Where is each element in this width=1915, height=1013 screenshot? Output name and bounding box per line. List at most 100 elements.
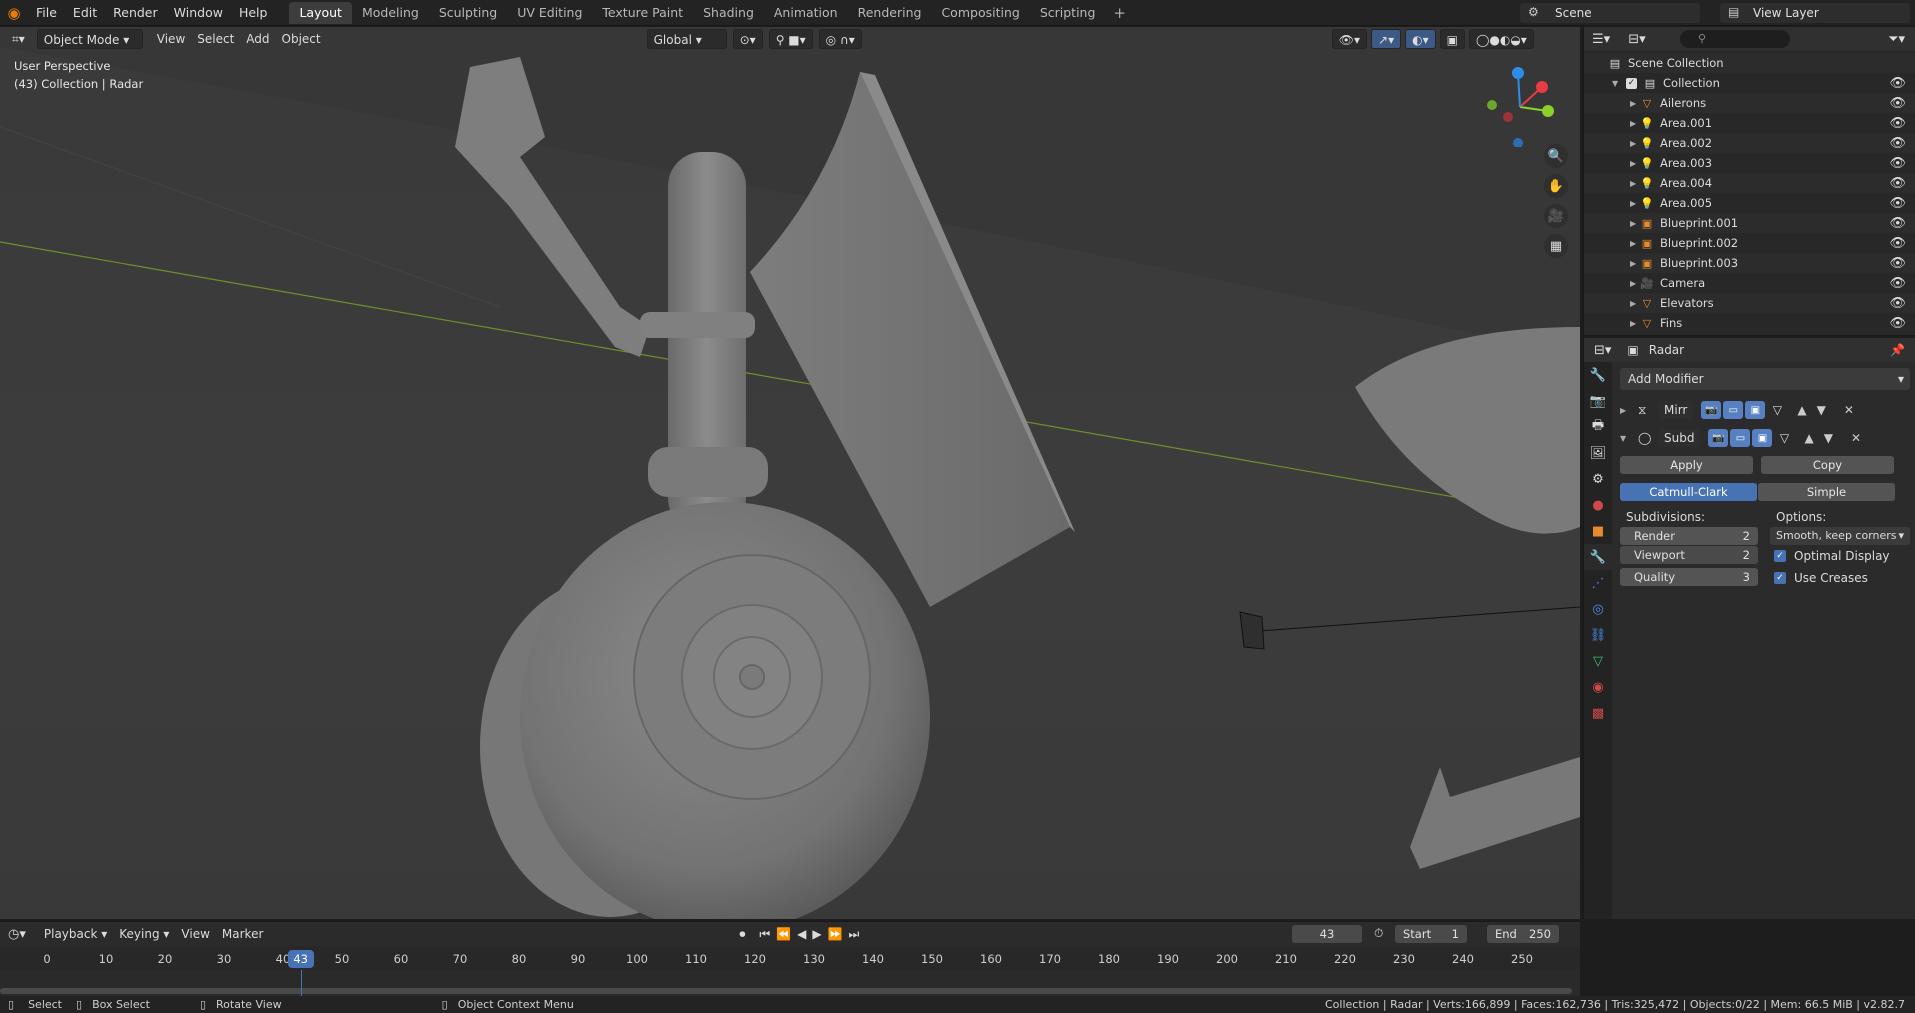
timeline-scrollbar[interactable]	[0, 988, 1572, 994]
playback-menu[interactable]: Playback ▾	[38, 924, 113, 944]
camera-view-icon[interactable]: 🎥	[1544, 204, 1568, 228]
xray-toggle[interactable]: ▣	[1439, 29, 1465, 49]
menu-help[interactable]: Help	[231, 0, 276, 26]
editor-type-icon[interactable]: ⌗▾	[6, 29, 31, 49]
eye-icon[interactable]: 👁	[1889, 216, 1906, 231]
remove-modifier-icon[interactable]: ✕	[1851, 431, 1861, 445]
current-frame-field[interactable]: 43	[1292, 925, 1362, 943]
outliner-search-input[interactable]: ⚲	[1680, 30, 1790, 48]
edit-mode-toggle-icon[interactable]: 📷	[1708, 429, 1729, 447]
cage-toggle-icon[interactable]: ▽	[1774, 431, 1794, 445]
outliner-item[interactable]: ▶ 💡 Area.004 👁	[1584, 173, 1915, 193]
outliner-item[interactable]: ▶ 💡 Area.005 👁	[1584, 193, 1915, 213]
expand-arrow-icon[interactable]: ▶	[1630, 139, 1640, 148]
pivot-dropdown[interactable]: ⊙▾	[732, 29, 763, 49]
output-tab-icon[interactable]: 🖶	[1584, 414, 1612, 440]
apply-button[interactable]: Apply	[1620, 456, 1753, 474]
tab-modeling[interactable]: Modeling	[352, 2, 429, 24]
expand-arrow-icon[interactable]: ▶	[1630, 99, 1640, 108]
expand-arrow-icon[interactable]: ▶	[1630, 259, 1640, 268]
checkbox-icon[interactable]: ✓	[1774, 550, 1786, 562]
blender-logo-icon[interactable]: ◉	[0, 0, 28, 26]
view-layer-tab-icon[interactable]: 🖼	[1584, 440, 1612, 466]
radar-object[interactable]	[1239, 611, 1265, 650]
tab-rendering[interactable]: Rendering	[848, 2, 932, 24]
keying-menu[interactable]: Keying ▾	[113, 924, 175, 944]
collection-checkbox-icon[interactable]: ✓	[1626, 77, 1637, 89]
3d-viewport[interactable]: ⌗▾ Object Mode ▾ View Select Add Object …	[0, 27, 1580, 919]
viewport-menu-select[interactable]: Select	[191, 29, 240, 49]
eye-icon[interactable]: 👁	[1889, 136, 1906, 151]
expand-arrow-icon[interactable]: ▶	[1630, 159, 1640, 168]
navigation-gizmo[interactable]	[1480, 67, 1560, 147]
menu-edit[interactable]: Edit	[65, 0, 105, 26]
outliner-item[interactable]: ▶ 💡 Area.003 👁	[1584, 153, 1915, 173]
timeline-track-area[interactable]	[0, 970, 1580, 996]
orientation-dropdown[interactable]: Global ▾	[646, 29, 727, 49]
outliner-item[interactable]: ▶ ▽ Elevators 👁	[1584, 293, 1915, 313]
gizmo-toggle[interactable]: ↗▾	[1371, 29, 1402, 49]
uv-smooth-dropdown[interactable]: Smooth, keep corners ▾	[1770, 527, 1910, 545]
filter-icon[interactable]: ⏷▾	[1888, 32, 1905, 47]
render-toggle-icon[interactable]: ▣	[1752, 429, 1773, 447]
move-up-icon[interactable]: ▲	[1804, 431, 1813, 445]
expand-arrow-icon[interactable]: ▶	[1630, 299, 1640, 308]
move-down-icon[interactable]: ▼	[1824, 431, 1833, 445]
move-up-icon[interactable]: ▲	[1797, 403, 1806, 417]
visibility-dropdown[interactable]: 👁▾	[1331, 29, 1368, 49]
pan-hand-icon[interactable]: ✋	[1544, 174, 1568, 198]
use-creases-checkbox[interactable]: ✓ Use Creases	[1770, 567, 1910, 589]
material-tab-icon[interactable]: ◉	[1584, 674, 1612, 700]
tab-layout[interactable]: Layout	[289, 1, 352, 24]
cage-toggle-icon[interactable]: ▽	[1767, 403, 1787, 417]
outliner-item[interactable]: ▶ 🎥 Camera 👁	[1584, 273, 1915, 293]
object-tab-icon[interactable]: ■	[1584, 518, 1612, 544]
menu-window[interactable]: Window	[166, 0, 231, 26]
outliner-item[interactable]: ▶ 💡 Area.002 👁	[1584, 133, 1915, 153]
pin-icon[interactable]: 📌	[1890, 343, 1905, 357]
menu-file[interactable]: File	[28, 0, 65, 26]
outliner-item[interactable]: ▶ 💡 Area.001 👁	[1584, 113, 1915, 133]
eye-icon[interactable]: 👁	[1889, 156, 1906, 171]
outliner-item[interactable]: ▶ ▽ Fins 👁	[1584, 313, 1915, 333]
scene-selector[interactable]: ⚙ Scene	[1520, 3, 1700, 23]
texture-tab-icon[interactable]: ▩	[1584, 700, 1612, 726]
overlay-toggle[interactable]: ◐▾	[1405, 29, 1436, 49]
expand-arrow-icon[interactable]: ▶	[1630, 279, 1640, 288]
mirror-name-field[interactable]: Mirr	[1658, 401, 1694, 419]
expand-arrow-icon[interactable]: ▶	[1630, 179, 1640, 188]
eye-icon[interactable]: 👁	[1889, 196, 1906, 211]
timeline-ruler[interactable]: 0 10 20 30 40 50 60 70 80 90 100 110 120 130 140 150 160…	[0, 948, 1580, 970]
ortho-grid-icon[interactable]: ▦	[1544, 234, 1568, 258]
eye-icon[interactable]: 👁	[1889, 76, 1906, 91]
timeline-editor-icon[interactable]: ◷▾	[8, 927, 26, 942]
particles-tab-icon[interactable]: ⋰	[1584, 570, 1612, 596]
menu-render[interactable]: Render	[105, 0, 166, 26]
edit-mode-toggle-icon[interactable]: 📷	[1701, 401, 1722, 419]
viewport-levels-field[interactable]: Viewport 2	[1620, 546, 1758, 564]
eye-icon[interactable]: 👁	[1889, 276, 1906, 291]
copy-button[interactable]: Copy	[1761, 456, 1894, 474]
expand-arrow-icon[interactable]: ▶	[1630, 219, 1640, 228]
expand-arrow-icon[interactable]: ▶	[1630, 319, 1640, 328]
eye-icon[interactable]: 👁	[1889, 96, 1906, 111]
modifier-tab-icon[interactable]: 🔧	[1584, 544, 1612, 570]
start-frame-field[interactable]: Start 1	[1395, 925, 1467, 943]
viewport-menu-add[interactable]: Add	[240, 29, 275, 49]
scene-collection-row[interactable]: ▤ Scene Collection	[1584, 53, 1915, 73]
view-layer-selector[interactable]: ▤ View Layer	[1720, 3, 1910, 23]
expand-arrow-icon[interactable]: ▶	[1630, 119, 1640, 128]
simple-button[interactable]: Simple	[1758, 483, 1895, 501]
display-mode-icon[interactable]: ⊟▾	[1628, 32, 1645, 47]
expand-arrow-icon[interactable]: ▼	[1612, 79, 1622, 88]
eye-icon[interactable]: 👁	[1889, 296, 1906, 311]
collapse-arrow-icon[interactable]: ▶	[1620, 406, 1638, 415]
zoom-icon[interactable]: 🔍	[1544, 144, 1568, 168]
render-toggle-icon[interactable]: ▣	[1745, 401, 1766, 419]
add-modifier-dropdown[interactable]: Add Modifier ▾	[1620, 368, 1910, 390]
tab-shading[interactable]: Shading	[693, 2, 764, 24]
proportional-edit[interactable]: ◎ ∩▾	[818, 29, 862, 49]
tab-compositing[interactable]: Compositing	[931, 2, 1029, 24]
viewport-menu-view[interactable]: View	[151, 29, 191, 49]
subsurf-name-field[interactable]: Subd	[1658, 429, 1701, 447]
